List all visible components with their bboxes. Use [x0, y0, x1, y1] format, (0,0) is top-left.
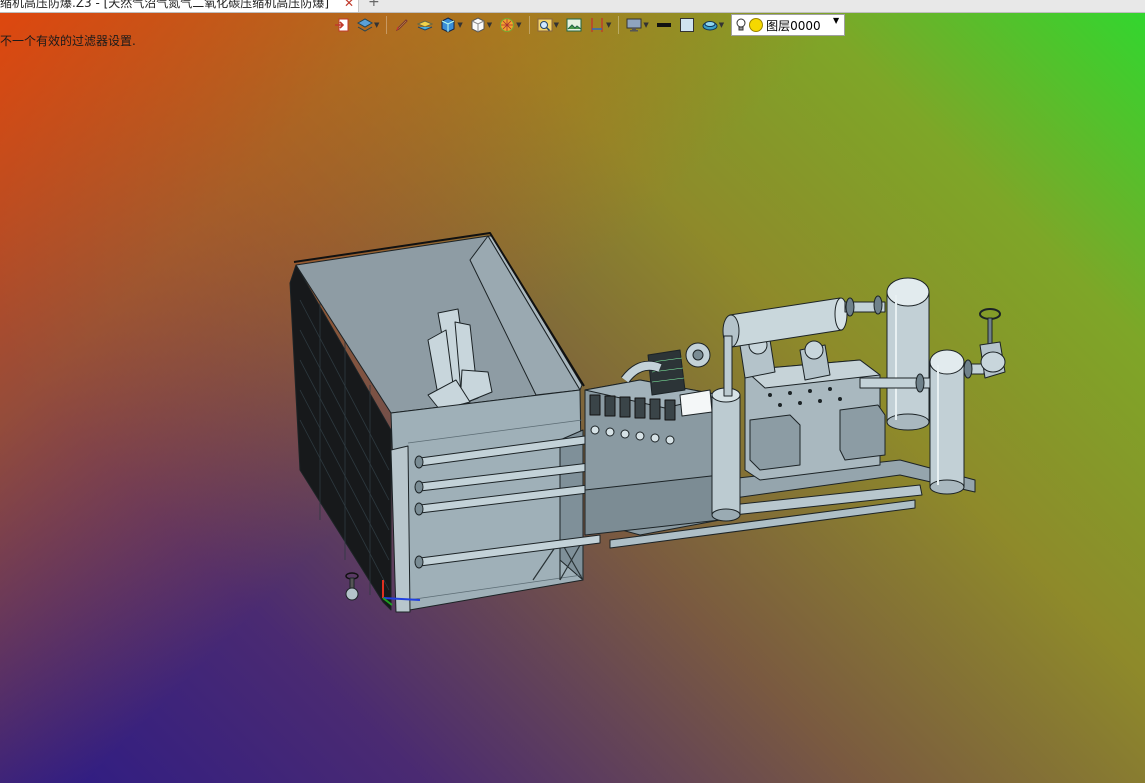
- sketch-button[interactable]: [392, 14, 412, 36]
- image-button[interactable]: [564, 14, 584, 36]
- view-button[interactable]: ▼: [355, 14, 381, 36]
- connecting-pipes: [414, 431, 923, 569]
- image-icon: [566, 18, 582, 32]
- color-icon: [679, 18, 694, 32]
- fan-blades: [427, 308, 493, 411]
- display-icon: [626, 18, 642, 32]
- layers-button[interactable]: [415, 14, 435, 36]
- chevron-down-icon: ▼: [718, 21, 725, 29]
- toolbar-divider: [618, 16, 620, 34]
- zoom-button[interactable]: ▼: [535, 14, 561, 36]
- exit-button[interactable]: [332, 14, 352, 36]
- exit-icon: [335, 18, 349, 32]
- compressor-skid-model: [289, 232, 1006, 613]
- layer-dropdown[interactable]: 图层0000 ▼: [731, 14, 846, 36]
- line-icon: [656, 23, 671, 27]
- document-tab-title: 缩机高压防爆.Z3 - [天然气沼气氮气二氧化碳压缩机高压防爆]: [0, 0, 329, 10]
- engine-block: [584, 342, 721, 536]
- dimension-button[interactable]: ▼: [587, 14, 613, 36]
- chevron-down-icon: ▼: [486, 21, 493, 29]
- lightbulb-icon: [736, 18, 746, 31]
- dimension-icon: [591, 18, 603, 32]
- layer-name: 图层0000: [766, 18, 821, 33]
- cooling-tank: [289, 232, 585, 613]
- model-viewport[interactable]: [0, 0, 1145, 783]
- view-toolbar: ▼ ▼ ▼ ▼ ▼ ▼ ▼ ▼ 图层0000 ▼: [332, 13, 894, 37]
- vertical-vessel-large: [886, 277, 930, 431]
- chevron-down-icon: ▼: [374, 21, 380, 29]
- chevron-down-icon: ▼: [832, 16, 840, 25]
- plane-button[interactable]: ▼: [700, 14, 726, 36]
- document-tab-bar: 缩机高压防爆.Z3 - [天然气沼气氮气二氧化碳压缩机高压防爆] ✕ +: [0, 0, 1145, 13]
- chevron-down-icon: ▼: [516, 21, 522, 29]
- gate-valve: [979, 308, 1006, 379]
- new-tab-icon[interactable]: +: [368, 0, 380, 10]
- wireframe-button[interactable]: ▼: [468, 14, 494, 36]
- render-button[interactable]: ▼: [497, 14, 523, 36]
- display-button[interactable]: ▼: [624, 14, 650, 36]
- layers-icon: [417, 20, 434, 31]
- document-tab[interactable]: 缩机高压防爆.Z3 - [天然气沼气氮气二氧化碳压缩机高压防爆] ✕: [0, 0, 359, 12]
- axis-triad: [382, 580, 421, 606]
- chevron-down-icon: ▼: [605, 21, 612, 29]
- line-weight-button[interactable]: [654, 14, 674, 36]
- compressor-unit: [711, 335, 976, 522]
- toolbar-divider: [528, 16, 530, 34]
- plane-icon: [702, 21, 718, 31]
- view-icon: [357, 18, 373, 32]
- layer-state-icon: [749, 18, 764, 32]
- render-icon: [500, 18, 515, 32]
- toolbar-divider: [386, 16, 388, 34]
- pen-icon: [396, 19, 409, 32]
- vertical-vessel-small: [929, 349, 985, 495]
- solid-button[interactable]: ▼: [438, 14, 464, 36]
- zoom-icon: [537, 18, 553, 32]
- close-tab-icon[interactable]: ✕: [344, 0, 354, 12]
- color-button[interactable]: [677, 14, 697, 36]
- chevron-down-icon: ▼: [643, 21, 649, 29]
- chevron-down-icon: ▼: [553, 21, 559, 29]
- filter-status-message: 不一个有效的过滤器设置.: [0, 34, 136, 48]
- drain-valve: [345, 572, 359, 601]
- cube-white-icon: [471, 17, 485, 33]
- scrubber-pipe: [722, 295, 886, 397]
- chevron-down-icon: ▼: [457, 21, 463, 29]
- cube-blue-icon: [441, 17, 455, 33]
